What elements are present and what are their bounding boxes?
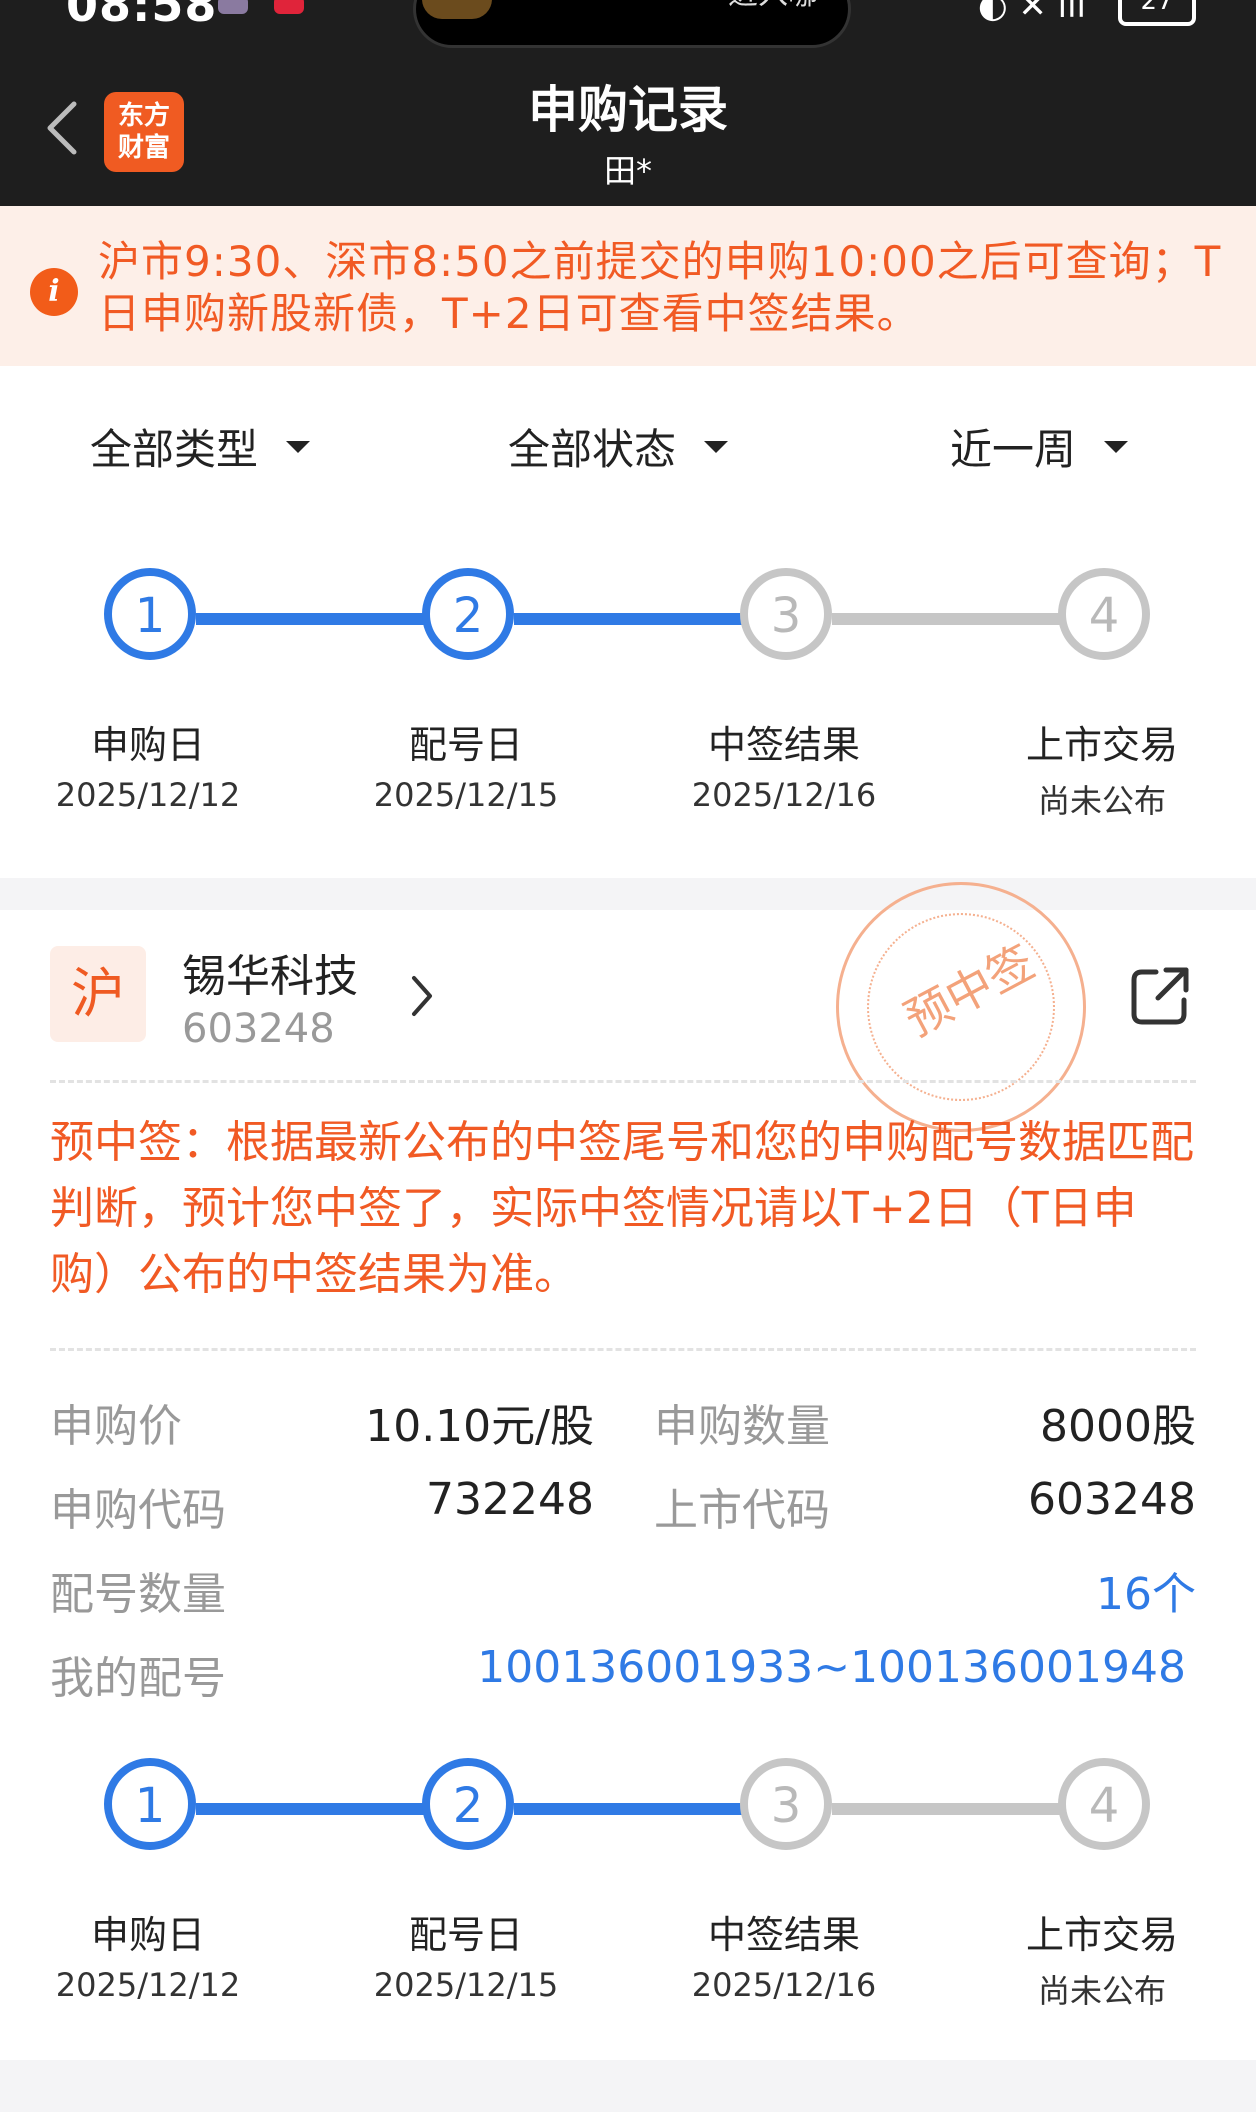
market-badge: 沪 xyxy=(50,946,146,1042)
media-notch[interactable]: 进入哪 xyxy=(413,0,851,48)
qty-label: 申购数量 xyxy=(654,1401,830,1452)
step-node-2: 2 xyxy=(422,568,514,660)
media-thumbnail xyxy=(422,0,492,19)
step-date: 2025/12/16 xyxy=(691,776,877,814)
divider xyxy=(50,1080,1196,1083)
stock-name[interactable]: 锡华科技 xyxy=(182,940,358,1004)
step-date: 尚未公布 xyxy=(1037,782,1166,820)
sub-code-value: 732248 xyxy=(426,1474,594,1525)
sub-code-label: 申购代码 xyxy=(50,1485,226,1536)
divider xyxy=(50,1348,1196,1351)
step-label: 配号日 xyxy=(408,723,523,767)
step-node-3: 3 xyxy=(740,1758,832,1850)
step-date: 2025/12/12 xyxy=(55,1966,241,2004)
caret-down-icon xyxy=(1104,440,1129,453)
status-time: 08:58 xyxy=(66,0,218,32)
notice-banner: i 沪市9:30、深市8:50之前提交的申购10:00之后可查询；T日申购新股新… xyxy=(0,206,1256,366)
step-label: 上市交易 xyxy=(1025,723,1178,767)
battery-icon: 27 xyxy=(1118,0,1196,26)
step-date: 2025/12/15 xyxy=(373,776,559,814)
progress-line xyxy=(514,1803,742,1815)
price-label: 申购价 xyxy=(50,1401,182,1452)
chevron-right-icon[interactable] xyxy=(408,974,436,1018)
step-date: 尚未公布 xyxy=(1037,1972,1166,2010)
progress-line xyxy=(196,613,424,625)
progress-line xyxy=(514,613,742,625)
step-label: 申购日 xyxy=(90,723,205,767)
caret-down-icon xyxy=(286,440,311,453)
list-code-label: 上市代码 xyxy=(654,1485,830,1536)
filter-period-dropdown[interactable]: 近一周 xyxy=(950,416,1129,477)
progress-line xyxy=(832,1803,1060,1815)
gallery-icon xyxy=(274,0,304,14)
step-date: 2025/12/12 xyxy=(55,776,241,814)
price-value: 10.10元/股 xyxy=(365,1401,594,1452)
progress-line xyxy=(196,1803,424,1815)
my-nums-label: 我的配号 xyxy=(50,1653,226,1704)
step-node-2: 2 xyxy=(422,1758,514,1850)
step-node-4: 4 xyxy=(1058,568,1150,660)
top-bar: 08:58 进入哪 ◐ ✕ ıll 27 东方 财富 申购记录 田* xyxy=(0,0,1256,206)
filter-period-label: 近一周 xyxy=(950,425,1077,474)
step-label: 中签结果 xyxy=(707,1913,860,1957)
step-label: 申购日 xyxy=(90,1913,205,1957)
filter-status-dropdown[interactable]: 全部状态 xyxy=(508,416,729,477)
step-node-1: 1 xyxy=(104,568,196,660)
count-value[interactable]: 16个 xyxy=(900,1558,1196,1622)
winning-stamp: 预中签 xyxy=(836,882,1086,1132)
progress-steps: 1 2 3 4 申购日 配号日 中签结果 上市交易 2025/12/12 202… xyxy=(0,1758,1256,2018)
winning-tip: 预中签：根据最新公布的中签尾号和您的申购配号数据匹配判断，预计您中签了，实际中签… xyxy=(50,1117,1194,1300)
step-label: 配号日 xyxy=(408,1913,523,1957)
step-date: 2025/12/15 xyxy=(373,1966,559,2004)
filter-type-label: 全部类型 xyxy=(90,425,259,474)
share-icon[interactable] xyxy=(1128,964,1192,1028)
qty-value: 8000股 xyxy=(1040,1401,1196,1452)
signal-icon: ◐ ✕ ıll xyxy=(977,0,1086,26)
list-code-value: 603248 xyxy=(1028,1474,1196,1525)
page-title: 申购记录 xyxy=(528,81,728,139)
notice-text: 沪市9:30、深市8:50之前提交的申购10:00之后可查询；T日申购新股新债，… xyxy=(98,237,1222,338)
subscription-card: 沪 锡华科技 603248 预中签 预中签：根据最新公布的中签尾号和您的申购配号… xyxy=(0,882,1256,2060)
step-node-3: 3 xyxy=(740,568,832,660)
info-icon: i xyxy=(30,268,78,316)
app-icon xyxy=(218,0,248,14)
step-node-4: 4 xyxy=(1058,1758,1150,1850)
caret-down-icon xyxy=(704,440,729,453)
step-node-1: 1 xyxy=(104,1758,196,1850)
media-title: 进入哪 xyxy=(728,0,818,13)
step-label: 上市交易 xyxy=(1025,1913,1178,1957)
progress-line xyxy=(832,613,1060,625)
stock-code: 603248 xyxy=(182,1006,335,1052)
count-label: 配号数量 xyxy=(50,1569,226,1620)
filter-section: 全部类型 全部状态 近一周 1 2 3 4 申购日 配号日 中签结果 上市交易 … xyxy=(0,366,1256,878)
account-name: 田* xyxy=(603,152,652,190)
progress-steps: 1 2 3 4 申购日 配号日 中签结果 上市交易 2025/12/12 202… xyxy=(0,568,1256,828)
step-label: 中签结果 xyxy=(707,723,860,767)
filter-type-dropdown[interactable]: 全部类型 xyxy=(90,416,311,477)
step-date: 2025/12/16 xyxy=(691,1966,877,2004)
my-nums-value[interactable]: 100136001933~100136001948 xyxy=(420,1642,1186,1693)
filter-status-label: 全部状态 xyxy=(508,425,677,474)
